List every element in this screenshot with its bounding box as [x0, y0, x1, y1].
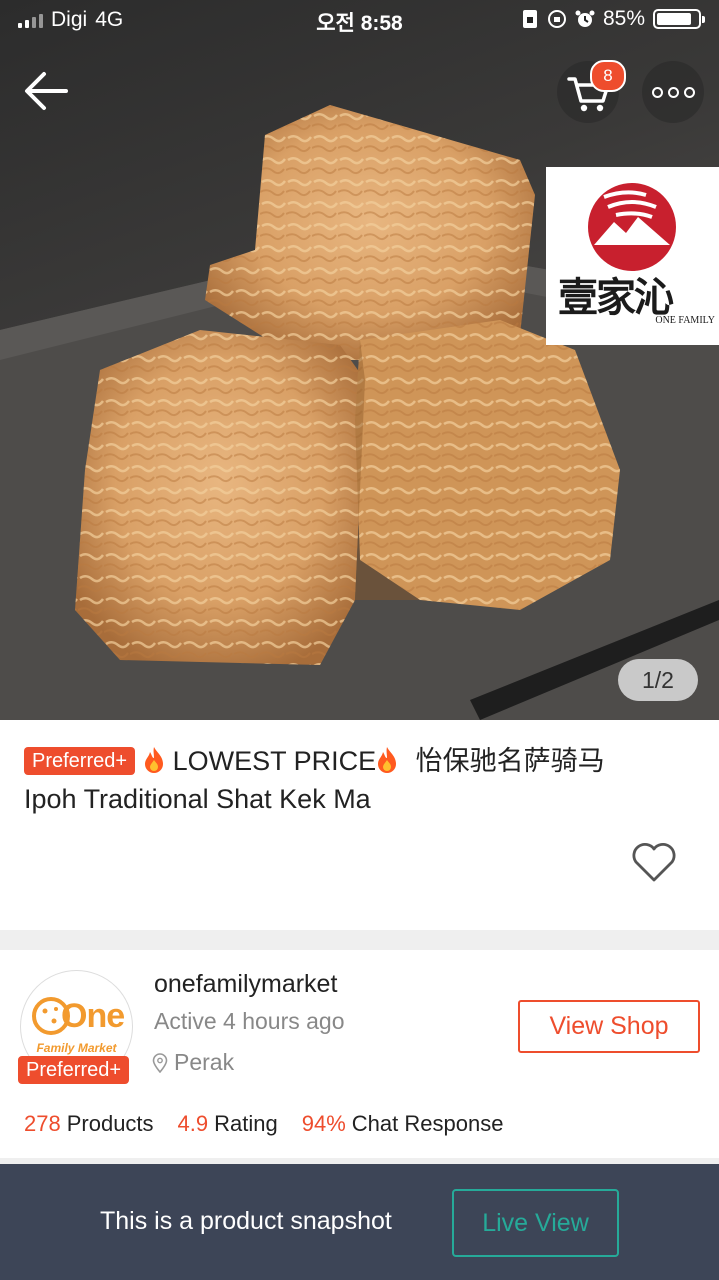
stat-label: Products — [66, 1111, 154, 1136]
shop-location: Perak — [152, 1049, 234, 1076]
brand-english-name: ONE FAMILY — [655, 315, 715, 326]
status-bar: Digi 4G 오전 8:58 85% — [0, 0, 719, 40]
snapshot-notice: This is a product snapshot — [100, 1207, 392, 1235]
status-right: 85% — [521, 7, 705, 31]
title-highlight: LOWEST PRICE — [172, 746, 377, 776]
fire-icon-2 — [378, 747, 397, 773]
stat-products: 278 Products — [24, 1111, 154, 1137]
shop-name[interactable]: onefamilymarket — [154, 970, 337, 999]
section-divider — [0, 930, 719, 950]
product-image-gallery[interactable]: Digi 4G 오전 8:58 85% 8 壹家沁 ONE FAMILY 1/2 — [0, 0, 719, 720]
title-english: Ipoh Traditional Shat Kek Ma — [24, 784, 371, 814]
battery-icon — [653, 9, 705, 29]
fire-icon — [145, 747, 164, 773]
cart-count-badge: 8 — [590, 60, 626, 92]
lock-rotation-icon — [522, 10, 537, 28]
stat-value: 278 — [24, 1111, 61, 1136]
brand-logo: 壹家沁 ONE FAMILY — [546, 167, 719, 345]
brand-emblem-icon — [588, 183, 676, 271]
shop-location-text: Perak — [174, 1049, 235, 1075]
stat-chat-response: 94% Chat Response — [302, 1111, 504, 1137]
view-shop-button[interactable]: View Shop — [518, 1000, 700, 1053]
shop-active-status: Active 4 hours ago — [154, 1008, 345, 1034]
stat-rating: 4.9 Rating — [178, 1111, 278, 1137]
stat-label: Chat Response — [351, 1111, 504, 1136]
preferred-plus-badge: Preferred+ — [24, 747, 136, 775]
shop-logo-subtext: Family Market — [36, 1041, 117, 1055]
battery-percent: 85% — [602, 7, 645, 30]
more-options-button[interactable] — [642, 61, 704, 123]
image-counter: 1/2 — [618, 659, 698, 701]
orientation-lock-icon — [547, 10, 566, 28]
title-chinese: 怡保驰名萨骑马 — [415, 746, 605, 776]
stat-label: Rating — [214, 1111, 278, 1136]
stat-value: 94% — [301, 1111, 346, 1136]
shop-stats: 278 Products 4.9 Rating 94% Chat Response — [24, 1111, 503, 1137]
arrow-left-icon[interactable] — [18, 62, 76, 120]
stat-value: 4.9 — [177, 1111, 209, 1136]
location-pin-icon — [152, 1052, 168, 1073]
alarm-icon — [575, 10, 595, 27]
shop-logo-text: One — [61, 997, 125, 1035]
product-title: Preferred+ LOWEST PRICE 怡保驰名萨骑马 Ipoh Tra… — [24, 742, 704, 818]
shop-preferred-plus-badge: Preferred+ — [18, 1056, 130, 1084]
heart-icon[interactable] — [631, 841, 677, 883]
live-view-button[interactable]: Live View — [452, 1189, 619, 1257]
more-icon — [651, 86, 663, 98]
